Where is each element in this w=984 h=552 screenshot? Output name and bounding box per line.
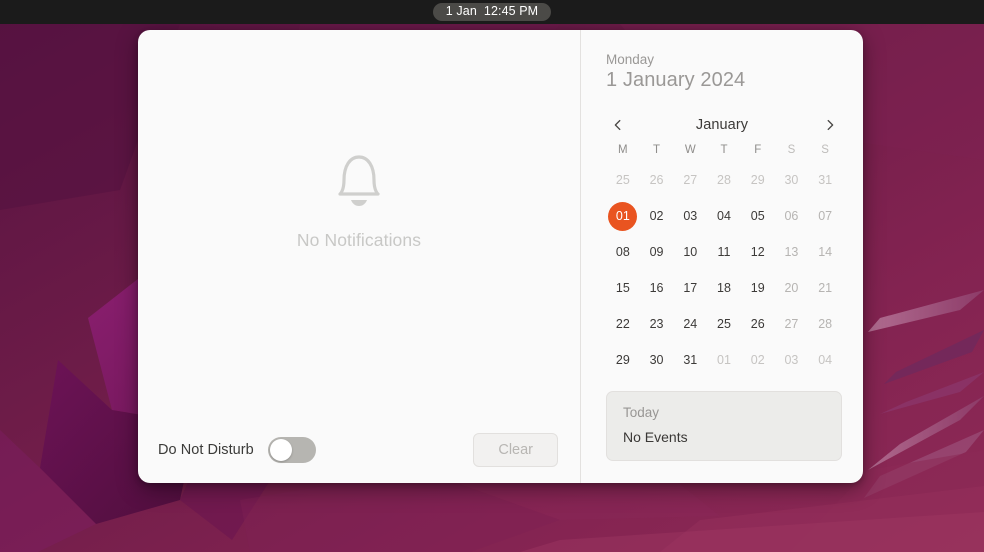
weekday-header-row: MTWTFSS [606,144,842,156]
calendar-day[interactable]: 11 [709,238,738,267]
calendar-day[interactable]: 19 [743,274,772,303]
month-label: January [695,117,749,133]
notifications-footer: Do Not Disturb Clear [138,417,580,483]
clear-notifications-button[interactable]: Clear [473,433,558,467]
calendar-day[interactable]: 04 [709,202,738,231]
calendar-day-grid: 25 26 27 28 29 30 31 01 02 03 04 05 06 07 08 09 10 11 12 13… [606,162,842,378]
events-body: No Events [623,429,688,445]
notifications-pane: No Notifications Do Not Disturb Clear [138,30,580,483]
weekday-header-1: T [653,144,661,156]
clock-time: 12:45 PM [483,4,539,19]
calendar-day[interactable]: 28 [709,166,738,195]
toggle-knob [269,439,292,461]
weekday-header-3: T [720,144,728,156]
calendar-day[interactable]: 25 [709,310,738,339]
calendar-day[interactable]: 10 [676,238,705,267]
calendar-day[interactable]: 08 [608,238,637,267]
calendar-day[interactable]: 30 [642,346,671,375]
calendar-day[interactable]: 06 [777,202,806,231]
calendar-day[interactable]: 29 [608,346,637,375]
calendar-day[interactable]: 18 [709,274,738,303]
clock-menu-button[interactable]: 1 Jan 12:45 PM [432,3,552,21]
calendar-day[interactable]: 16 [642,274,671,303]
calendar-day[interactable]: 24 [676,310,705,339]
weekday-header-0: M [618,144,628,156]
calendar-day[interactable]: 15 [608,274,637,303]
calendar-day[interactable]: 01 [709,346,738,375]
weekday-header-6: S [821,144,829,156]
do-not-disturb-row[interactable]: Do Not Disturb [158,437,316,463]
weekday-header-4: F [754,144,762,156]
notifications-empty-state: No Notifications [138,30,580,417]
calendar-full-date: 1 January 2024 [606,69,746,91]
chevron-right-icon[interactable] [819,114,841,136]
calendar-day[interactable]: 26 [743,310,772,339]
calendar-day[interactable]: 02 [642,202,671,231]
calendar-day[interactable]: 27 [777,310,806,339]
calendar-day-today[interactable]: 01 [608,201,638,231]
calendar-day[interactable]: 25 [608,166,637,195]
calendar-day[interactable]: 30 [777,166,806,195]
calendar-day[interactable]: 03 [676,202,705,231]
events-box: Today No Events [606,391,842,461]
calendar-day[interactable]: 31 [811,166,840,195]
calendar-day[interactable]: 03 [777,346,806,375]
clock-date: 1 Jan [445,4,477,19]
calendar-day[interactable]: 02 [743,346,772,375]
calendar-day[interactable]: 13 [777,238,806,267]
calendar-day[interactable]: 09 [642,238,671,267]
top-bar: 1 Jan 12:45 PM [0,0,984,24]
desktop: 1 Jan 12:45 PM No Notifications Do Not D… [0,0,984,552]
calendar-day[interactable]: 23 [642,310,671,339]
calendar-day[interactable]: 27 [676,166,705,195]
calendar-weekday-label: Monday [606,52,655,67]
calendar-notification-popup: No Notifications Do Not Disturb Clear Mo… [138,30,863,483]
chevron-left-icon[interactable] [607,114,629,136]
month-navigation: January [606,112,842,138]
calendar-day[interactable]: 22 [608,310,637,339]
calendar-day[interactable]: 12 [743,238,772,267]
calendar-day[interactable]: 04 [811,346,840,375]
calendar-day[interactable]: 17 [676,274,705,303]
weekday-header-2: W [684,144,696,156]
do-not-disturb-toggle[interactable] [267,437,316,463]
calendar-day[interactable]: 26 [642,166,671,195]
calendar-day[interactable]: 14 [811,238,840,267]
no-notifications-label: No Notifications [296,230,422,250]
calendar-day[interactable]: 31 [676,346,705,375]
calendar-day[interactable]: 20 [777,274,806,303]
calendar-day[interactable]: 21 [811,274,840,303]
bell-icon [338,155,380,206]
calendar-pane: Monday 1 January 2024 January M T W T F S S 25… [581,30,863,483]
events-title: Today [623,405,660,420]
do-not-disturb-label: Do Not Disturb [158,442,254,458]
calendar-day[interactable]: 28 [811,310,840,339]
calendar-day[interactable]: 29 [743,166,772,195]
calendar-day[interactable]: 05 [743,202,772,231]
weekday-header-5: S [787,144,796,156]
calendar-day[interactable]: 07 [811,202,840,231]
